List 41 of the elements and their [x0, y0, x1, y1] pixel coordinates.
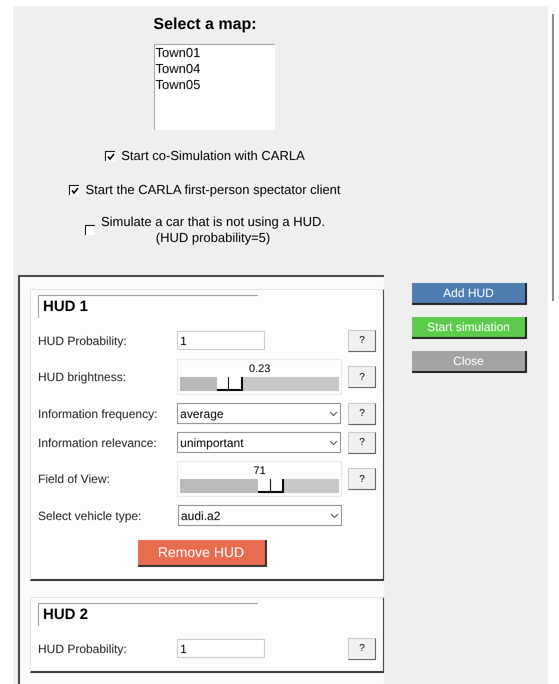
- help-button[interactable]: ?: [348, 330, 376, 352]
- scrollbar-thumb[interactable]: [552, 14, 554, 301]
- map-option[interactable]: Town01: [154, 45, 274, 61]
- slider[interactable]: 0.23: [177, 359, 342, 395]
- help-button[interactable]: ?: [348, 468, 376, 490]
- help-button[interactable]: ?: [348, 402, 376, 424]
- dropdown[interactable]: average: [177, 403, 342, 424]
- dropdown[interactable]: audi.a2: [178, 505, 342, 526]
- slider-thumb[interactable]: [216, 377, 243, 391]
- option-label: Start co-Simulation with CARLA: [121, 148, 305, 164]
- option-note: (HUD probability=5): [156, 230, 270, 246]
- option-label: Simulate a car that is not using a HUD.: [101, 214, 325, 230]
- chevron-down-icon: [329, 440, 338, 446]
- map-option[interactable]: Town05: [154, 77, 274, 93]
- slider-thumb[interactable]: [258, 479, 284, 493]
- checkbox[interactable]: [69, 185, 80, 195]
- dropdown[interactable]: unimportant: [177, 432, 342, 453]
- field-label: HUD Probability:: [38, 332, 128, 350]
- map-option[interactable]: Town04: [154, 61, 274, 77]
- probability-field[interactable]: 1: [177, 639, 266, 658]
- help-button[interactable]: ?: [348, 366, 376, 388]
- field-label: Field of View:: [38, 471, 111, 488]
- option-label: Start the CARLA first-person spectator client: [85, 182, 341, 198]
- field-label: Select vehicle type:: [38, 508, 142, 524]
- field-label: Information relevance:: [38, 434, 158, 452]
- chevron-down-icon: [330, 512, 339, 518]
- field-label: HUD Probability:: [38, 640, 128, 658]
- hud-title: HUD 2: [43, 604, 88, 625]
- chevron-down-icon: [329, 410, 338, 416]
- slider[interactable]: 71: [177, 461, 342, 497]
- field-label: Information frequency:: [38, 406, 158, 422]
- field-label: HUD brightness:: [38, 369, 128, 386]
- action-button[interactable]: Add HUD: [412, 283, 527, 305]
- help-button[interactable]: ?: [348, 638, 376, 660]
- checkbox[interactable]: [105, 151, 116, 161]
- probability-field[interactable]: 1: [177, 331, 266, 350]
- hud-title: HUD 1: [43, 296, 88, 317]
- map-list[interactable]: Town01 Town04 Town05: [154, 44, 274, 130]
- map-title: Select a map:: [153, 15, 257, 35]
- help-button[interactable]: ?: [348, 432, 376, 454]
- checkbox[interactable]: [85, 225, 95, 235]
